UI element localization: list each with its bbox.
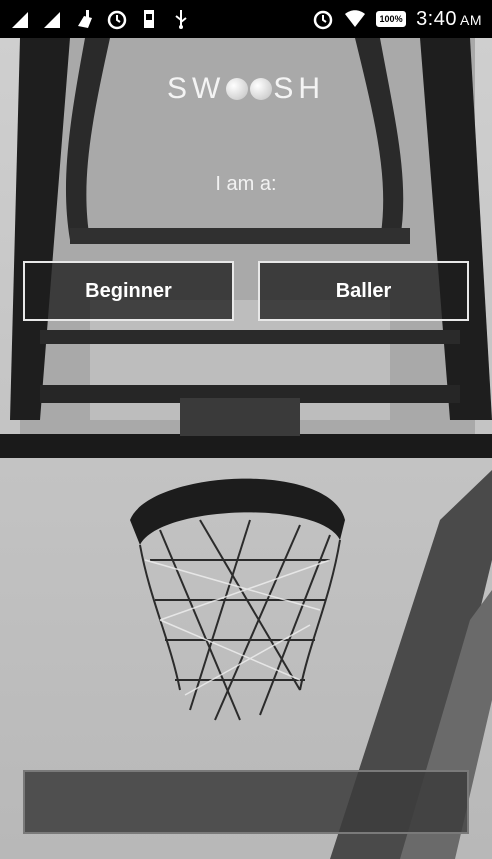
continue-button[interactable] <box>23 770 469 834</box>
beginner-button[interactable]: Beginner <box>23 261 234 321</box>
logo-prefix: SW <box>166 72 226 105</box>
alarm-icon <box>312 8 334 30</box>
status-bar: 100% 3:40 AM <box>0 0 492 38</box>
basketball-o-icon <box>250 78 273 100</box>
logo-suffix: SH <box>273 72 325 105</box>
usb-icon <box>170 8 192 30</box>
status-bar-right: 100% 3:40 AM <box>312 8 482 31</box>
app-screen: 100% 3:40 AM SW SH I am a: Beginner Baller <box>0 0 492 859</box>
clock: 3:40 AM <box>416 8 482 31</box>
clock-ampm: AM <box>460 11 482 28</box>
skill-prompt: I am a: <box>215 173 277 195</box>
cleaner-icon <box>74 8 96 30</box>
baller-button-label: Baller <box>335 279 392 302</box>
clock-time: 3:40 <box>416 7 457 30</box>
status-bar-left <box>10 8 192 30</box>
alarm-icon <box>106 8 128 30</box>
battery-icon: 100% <box>376 11 407 27</box>
beginner-button-label: Beginner <box>85 279 172 302</box>
wifi-icon <box>344 8 366 30</box>
background-hoop-image <box>0 38 492 859</box>
baller-button[interactable]: Baller <box>258 261 469 321</box>
app-logo: SW SH <box>0 72 492 106</box>
sd-card-icon <box>138 8 160 30</box>
battery-level: 100% <box>379 14 403 24</box>
signal-2-icon <box>42 8 64 30</box>
signal-1-icon <box>10 8 32 30</box>
basketball-o-icon <box>226 78 249 100</box>
